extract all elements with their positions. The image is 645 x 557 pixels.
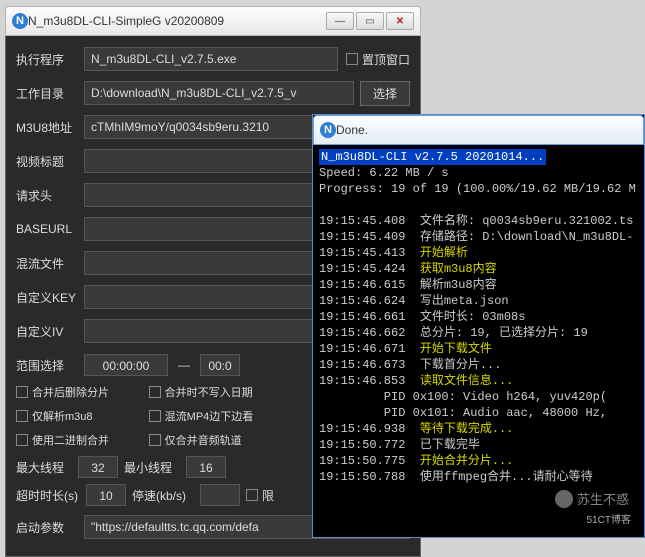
speed-label: 停速(kb/s): [132, 487, 194, 504]
checkbox-icon: [346, 53, 358, 65]
main-window-title: N_m3u8DL-CLI-SimpleG v20200809: [28, 14, 326, 28]
max-threads-label: 最大线程: [16, 459, 72, 476]
watermark-sub: 51CT博客: [587, 511, 631, 526]
wechat-icon: [555, 490, 573, 508]
timeout-label: 超时时长(s): [16, 487, 80, 504]
chk-limit[interactable]: 限: [246, 487, 274, 504]
console-window: N Done. N_m3u8DL-CLI v2.7.5 20201014... …: [312, 114, 645, 538]
exe-path-input[interactable]: [84, 47, 338, 71]
range-from-input[interactable]: 00:00:00: [84, 354, 168, 376]
workdir-input[interactable]: [84, 81, 354, 105]
console-window-title: Done.: [336, 123, 637, 137]
headers-label: 请求头: [16, 187, 84, 204]
range-to-input[interactable]: 00:0: [200, 354, 240, 376]
chk-binary-merge[interactable]: 使用二进制合并: [16, 432, 145, 448]
exe-path-label: 执行程序: [16, 51, 84, 68]
muxfile-label: 混流文件: [16, 255, 84, 272]
maximize-button[interactable]: ▭: [356, 12, 384, 30]
max-threads-input[interactable]: 32: [78, 456, 118, 478]
topmost-checkbox[interactable]: 置顶窗口: [346, 51, 410, 68]
chk-no-date-on-merge[interactable]: 合并时不写入日期: [149, 384, 278, 400]
console-icon: N: [320, 122, 336, 138]
console-header: N_m3u8DL-CLI v2.7.5 20201014...: [319, 149, 546, 165]
min-threads-input[interactable]: 16: [186, 456, 226, 478]
console-body: N_m3u8DL-CLI v2.7.5 20201014... Speed: 6…: [313, 145, 644, 537]
watermark: 苏生不惑: [555, 489, 629, 508]
baseurl-label: BASEURL: [16, 222, 84, 236]
video-title-label: 视频标题: [16, 153, 84, 170]
console-log: 19:15:45.408 文件名称: q0034sb9eru.321002.ts…: [319, 214, 633, 484]
close-button[interactable]: ✕: [386, 12, 414, 30]
chk-delete-after-merge[interactable]: 合并后删除分片: [16, 384, 145, 400]
args-label: 启动参数: [16, 519, 84, 536]
console-titlebar[interactable]: N Done.: [313, 115, 644, 145]
chk-audio-only-merge[interactable]: 仅合并音频轨道: [149, 432, 278, 448]
console-speed: Speed: 6.22 MB / s: [319, 166, 449, 180]
choose-dir-button[interactable]: 选择: [360, 81, 410, 106]
workdir-label: 工作目录: [16, 85, 84, 102]
customkey-label: 自定义KEY: [16, 289, 84, 306]
timeout-input[interactable]: 10: [86, 484, 126, 506]
speed-input[interactable]: [200, 484, 240, 506]
app-icon: N: [12, 13, 28, 29]
minimize-button[interactable]: —: [326, 12, 354, 30]
main-titlebar[interactable]: N N_m3u8DL-CLI-SimpleG v20200809 — ▭ ✕: [5, 6, 421, 36]
chk-mux-mp4-live[interactable]: 混流MP4边下边看: [149, 408, 278, 424]
console-progress: Progress: 19 of 19 (100.00%/19.62 MB/19.…: [319, 182, 636, 196]
customiv-label: 自定义IV: [16, 323, 84, 340]
range-label: 范围选择: [16, 357, 84, 374]
min-threads-label: 最小线程: [124, 459, 180, 476]
range-dash: —: [178, 358, 190, 372]
chk-parse-only[interactable]: 仅解析m3u8: [16, 408, 145, 424]
m3u8-label: M3U8地址: [16, 119, 84, 136]
